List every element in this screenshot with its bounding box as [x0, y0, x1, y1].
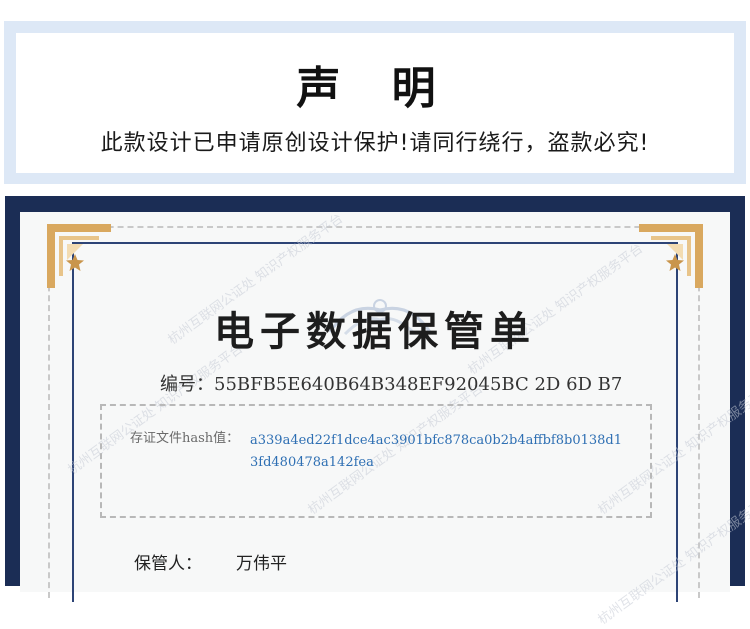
certificate-title: 电子数据保管单 — [214, 308, 536, 355]
certificate-frame: 杭州互联网公证处 知识产权服务平台 杭州互联网公证处 知识产权服务平台 杭州互联… — [5, 196, 750, 628]
notice-title: 声 明 — [296, 63, 454, 114]
corner-ornament-right-icon — [639, 224, 703, 288]
certificate-number: 编号：55BFB5E640B64B348EF92045BC 2D 6D B7 — [160, 372, 622, 398]
keeper-name: 万伟平 — [236, 554, 287, 574]
notice-section: 声 明 此款设计已申请原创设计保护!请同行绕行，盗款必究! — [0, 0, 750, 196]
notice-text: 此款设计已申请原创设计保护!请同行绕行，盗款必究! — [100, 131, 650, 156]
keeper-row: 保管人： 万伟平 — [134, 552, 287, 576]
notice-panel: 声 明 此款设计已申请原创设计保护!请同行绕行，盗款必究! — [16, 33, 734, 173]
certificate-number-label: 编号： — [160, 374, 214, 395]
notice-frame: 声 明 此款设计已申请原创设计保护!请同行绕行，盗款必究! — [4, 21, 746, 184]
certificate-number-value: 55BFB5E640B64B348EF92045BC 2D 6D B7 — [214, 374, 623, 395]
hash-value: a339a4ed22f1dce4ac3901bfc878ca0b2b4affbf… — [250, 433, 623, 470]
certificate-paper: 杭州互联网公证处 知识产权服务平台 杭州互联网公证处 知识产权服务平台 杭州互联… — [20, 211, 750, 628]
hash-label: 存证文件hash值： — [130, 431, 240, 446]
hash-box: 存证文件hash值： a339a4ed22f1dce4ac3901bfc878c… — [100, 404, 652, 518]
corner-ornament-left-icon — [47, 224, 111, 288]
keeper-label: 保管人： — [134, 554, 202, 574]
